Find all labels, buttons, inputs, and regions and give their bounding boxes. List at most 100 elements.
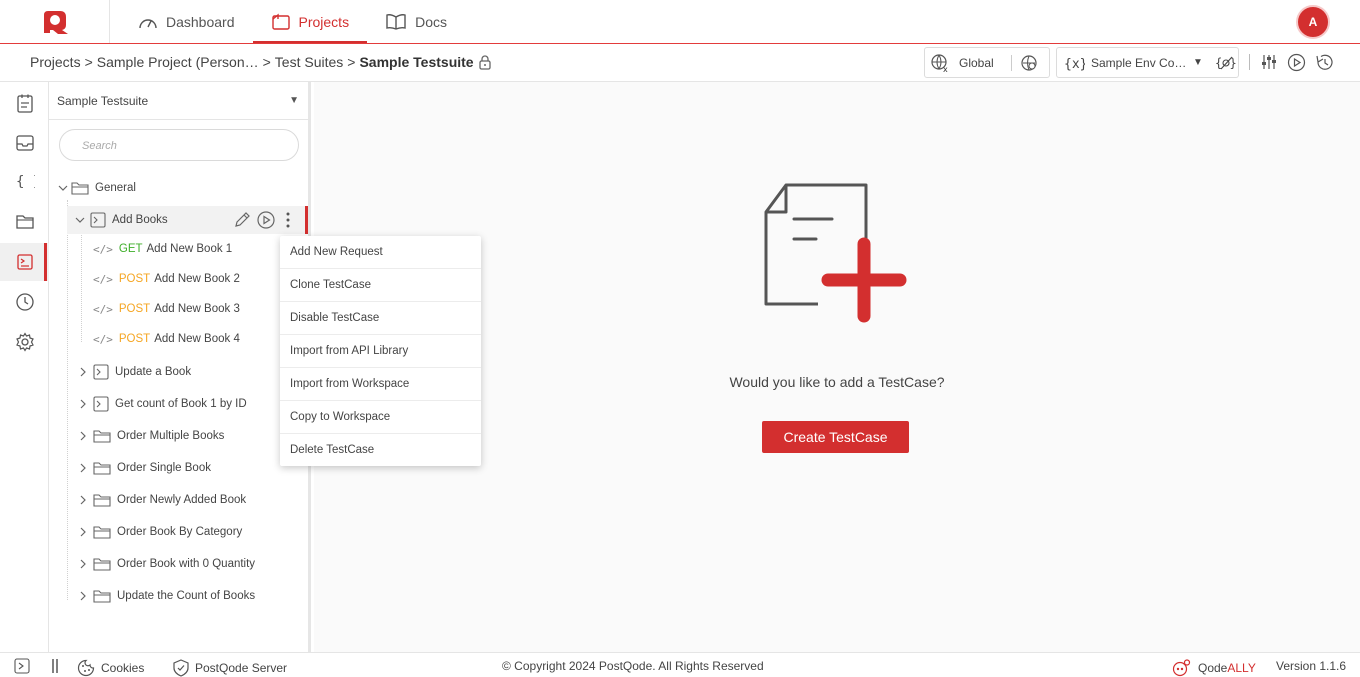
footer-brand-label: QodeALLY	[1198, 661, 1256, 675]
history-icon[interactable]	[1315, 53, 1335, 75]
footer-panel-toggle[interactable]	[50, 658, 60, 674]
edit-pencil-icon[interactable]	[233, 211, 251, 229]
tree-testcase[interactable]: Get count of Book 1 by ID	[77, 392, 297, 416]
rail-notes[interactable]	[0, 84, 49, 122]
test-suite-icon	[16, 254, 33, 270]
footer-cookies[interactable]: Cookies	[77, 659, 144, 677]
tree-request[interactable]: </> POST Add New Book 2	[93, 267, 293, 291]
rail-variables[interactable]: { }	[0, 162, 49, 200]
request-method: POST	[118, 303, 151, 315]
footer-qodeally[interactable]: QodeALLY	[1172, 659, 1256, 677]
run-icon[interactable]	[257, 211, 275, 229]
chevron-right-icon	[80, 559, 86, 569]
tree-folder[interactable]: Order Single Book	[77, 456, 297, 480]
rail-history[interactable]	[0, 283, 49, 321]
breadcrumb-separator: >	[262, 54, 271, 70]
tree-folder-label: Order Newly Added Book	[117, 494, 247, 506]
terminal-icon	[93, 364, 109, 380]
nav-docs[interactable]: Docs	[367, 0, 465, 43]
rail-test-suites[interactable]	[0, 243, 49, 281]
tree-testcase-label: Get count of Book 1 by ID	[115, 398, 247, 410]
more-vertical-icon[interactable]	[284, 211, 292, 229]
folder-icon	[93, 430, 111, 443]
nav-projects[interactable]: Projects	[252, 0, 368, 43]
terminal-icon	[90, 212, 106, 228]
sliders-icon[interactable]	[1261, 53, 1277, 74]
tree-folder[interactable]: Order Book with 0 Quantity	[77, 552, 297, 576]
tree-folder[interactable]: Update the Count of Books	[77, 584, 297, 608]
menu-clone-testcase[interactable]: Clone TestCase	[280, 269, 481, 302]
chevron-down-icon[interactable]: ▼	[1193, 57, 1215, 68]
braces-icon: { }	[16, 174, 35, 190]
top-bar: Dashboard Projects Docs A	[0, 0, 1360, 44]
rail-folders[interactable]	[0, 202, 49, 240]
environment-view-icon[interactable]: { }	[1215, 54, 1237, 72]
tree-folder[interactable]: Order Multiple Books	[77, 424, 297, 448]
toolbar-divider	[1249, 54, 1250, 70]
tree-folder[interactable]: Order Book By Category	[77, 520, 297, 544]
svg-text:x: x	[943, 65, 948, 73]
nav-dashboard-label: Dashboard	[166, 13, 235, 30]
search-input[interactable]: Search	[59, 129, 299, 161]
clock-icon	[15, 293, 34, 311]
code-icon: </>	[93, 332, 113, 346]
code-icon: </>	[93, 242, 113, 256]
tree-folder[interactable]: Order Newly Added Book	[77, 488, 297, 512]
nav-dashboard[interactable]: Dashboard	[120, 0, 253, 43]
shield-check-icon	[173, 659, 189, 677]
robot-icon	[1172, 659, 1191, 677]
testcase-context-menu: Add New Request Clone TestCase Disable T…	[280, 236, 481, 466]
tree-folder-label: Update the Count of Books	[117, 590, 256, 602]
request-name: Add New Book 3	[154, 303, 240, 315]
menu-add-new-request[interactable]: Add New Request	[280, 236, 481, 269]
postqode-logo-icon	[44, 11, 68, 34]
footer-server[interactable]: PostQode Server	[173, 659, 287, 677]
menu-import-api-library[interactable]: Import from API Library	[280, 335, 481, 368]
create-testcase-button[interactable]: Create TestCase	[762, 421, 909, 453]
global-variables-selector[interactable]: x Global	[924, 47, 1050, 78]
menu-copy-to-workspace[interactable]: Copy to Workspace	[280, 401, 481, 434]
breadcrumb-projects[interactable]: Projects	[30, 54, 81, 70]
inbox-icon	[15, 135, 34, 151]
tree-request[interactable]: </> GET Add New Book 1	[93, 237, 293, 261]
environment-selector[interactable]: {x} Sample Env Co… ▼ { }	[1056, 47, 1239, 78]
run-icon[interactable]	[1287, 53, 1306, 75]
menu-delete-testcase[interactable]: Delete TestCase	[280, 434, 481, 467]
rail-settings[interactable]	[0, 323, 49, 361]
folder-icon	[93, 462, 111, 475]
breadcrumb-separator: >	[84, 54, 93, 70]
chevron-right-icon	[80, 399, 86, 409]
main-nav: Dashboard Projects Docs	[120, 0, 465, 43]
tree-testcase-add-books[interactable]: Add Books	[67, 206, 308, 234]
tree-request[interactable]: </> POST Add New Book 3	[93, 297, 293, 321]
app-logo[interactable]	[0, 0, 110, 43]
folder-icon	[93, 558, 111, 571]
footer-terminal-toggle[interactable]	[14, 658, 30, 674]
breadcrumb-test-suites[interactable]: Test Suites	[275, 54, 343, 70]
menu-disable-testcase[interactable]: Disable TestCase	[280, 302, 481, 335]
footer-copyright: © Copyright 2024 PostQode. All Rights Re…	[502, 659, 764, 673]
request-method: POST	[118, 273, 151, 285]
folder-icon	[93, 590, 111, 603]
code-icon: </>	[93, 302, 113, 316]
request-name: Add New Book 4	[154, 333, 240, 345]
rail-inbox[interactable]	[0, 124, 49, 162]
chevron-right-icon	[80, 431, 86, 441]
request-method: POST	[118, 333, 151, 345]
request-name: Add New Book 1	[146, 243, 233, 255]
split-panel-icon	[52, 659, 58, 673]
book-icon	[386, 13, 406, 30]
testsuite-selector[interactable]: Sample Testsuite ▼	[49, 82, 311, 120]
user-avatar[interactable]: A	[1296, 5, 1330, 39]
tree-folder-general[interactable]: General	[57, 176, 307, 200]
breadcrumb-project[interactable]: Sample Project (Person…	[97, 54, 259, 70]
chevron-right-icon	[80, 463, 86, 473]
projects-icon	[271, 13, 290, 30]
global-settings-icon[interactable]	[1020, 54, 1038, 72]
footer-server-label: PostQode Server	[195, 661, 288, 675]
tree-testcase[interactable]: Update a Book	[77, 360, 297, 384]
tree-request[interactable]: </> POST Add New Book 4	[93, 327, 293, 351]
footer-cookies-label: Cookies	[101, 661, 145, 675]
tree-guide-line	[67, 200, 68, 600]
menu-import-workspace[interactable]: Import from Workspace	[280, 368, 481, 401]
